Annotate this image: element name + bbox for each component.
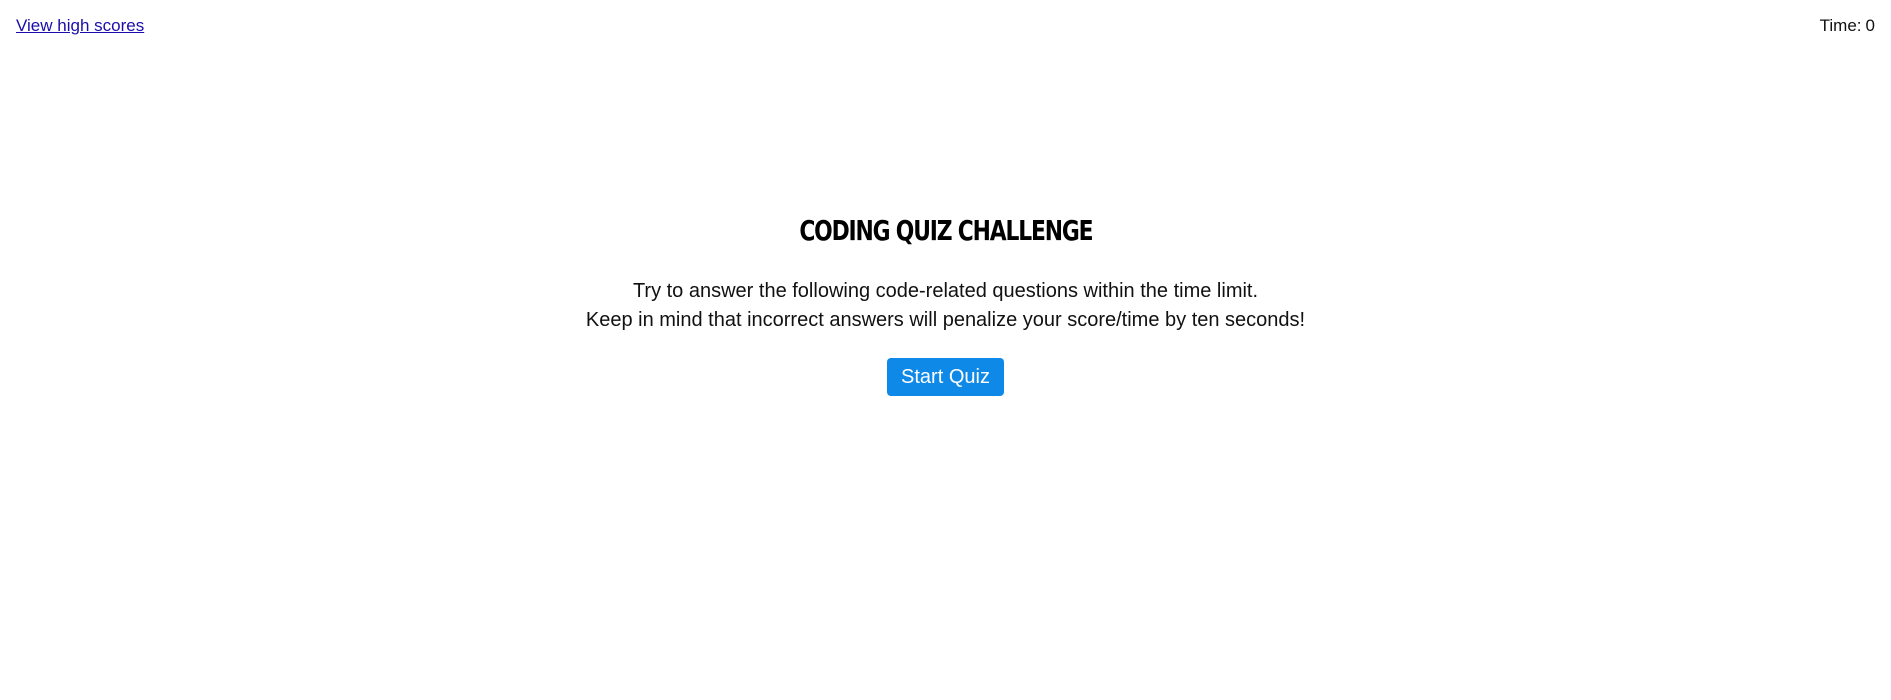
start-screen: Coding Quiz Challenge Try to answer the … bbox=[0, 214, 1891, 396]
intro-line-1: Try to answer the following code-related… bbox=[632, 280, 1259, 302]
timer: Time: 0 bbox=[1820, 16, 1875, 36]
page-title: Coding Quiz Challenge bbox=[798, 214, 1093, 247]
intro-line-2: Keep in mind that incorrect answers will… bbox=[585, 309, 1306, 331]
quiz-page: View high scores Time: 0 Coding Quiz Chal… bbox=[0, 0, 1891, 700]
timer-label: Time: bbox=[1819, 16, 1862, 35]
intro-text: Try to answer the following code-related… bbox=[0, 277, 1891, 335]
view-high-scores-link[interactable]: View high scores bbox=[16, 16, 144, 36]
timer-value: 0 bbox=[1865, 16, 1875, 35]
start-quiz-button[interactable]: Start Quiz bbox=[887, 358, 1004, 396]
